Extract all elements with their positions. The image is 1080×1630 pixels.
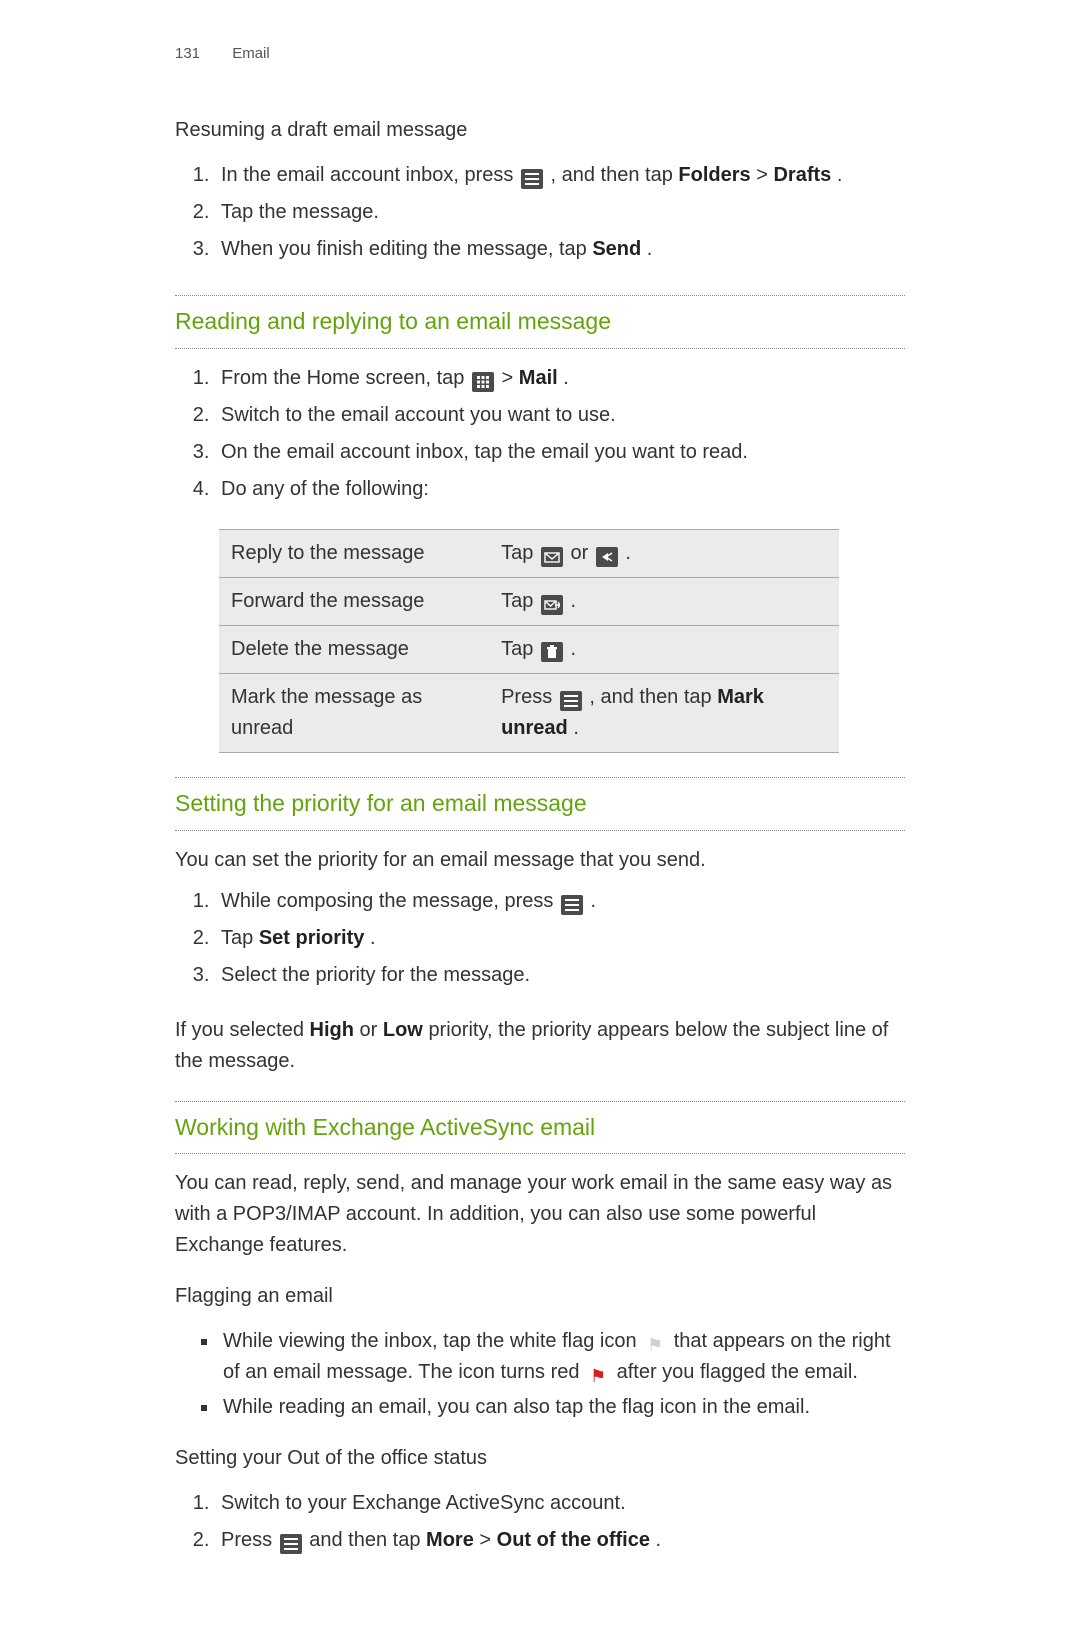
steps-reading: From the Home screen, tap > Mail . Switc… [175, 363, 905, 505]
cell-text: . [625, 542, 631, 564]
delete-icon [541, 642, 563, 662]
action-how: Tap . [489, 625, 839, 673]
table-row: Reply to the message Tap or . [219, 529, 839, 577]
step-item: Press and then tap More > Out of the off… [215, 1525, 905, 1556]
menu-icon [280, 1534, 302, 1554]
step-text: . [370, 927, 376, 949]
step-text: . [591, 890, 597, 912]
page-body: 131 Email Resuming a draft email message… [0, 0, 1080, 1630]
heading-ooo: Setting your Out of the office status [175, 1443, 905, 1474]
section-wrap: Working with Exchange ActiveSync email [175, 1101, 905, 1155]
section-title-priority: Setting the priority for an email messag… [175, 786, 905, 822]
step-text: Tap [221, 927, 259, 949]
bullet-text: While viewing the inbox, tap the white f… [223, 1330, 642, 1352]
heading-flagging: Flagging an email [175, 1281, 905, 1312]
step-item: While composing the message, press . [215, 886, 905, 917]
apps-grid-icon [472, 372, 494, 392]
section-wrap: Reading and replying to an email message [175, 295, 905, 349]
step-text: > [502, 367, 519, 389]
step-text: . [563, 367, 569, 389]
step-text: . [647, 238, 653, 260]
menu-icon [561, 895, 583, 915]
low-label: Low [383, 1019, 423, 1041]
note-text: or [360, 1019, 383, 1041]
action-name: Forward the message [219, 577, 489, 625]
table-row: Delete the message Tap . [219, 625, 839, 673]
cell-text: , and then tap [589, 686, 717, 708]
step-text: In the email account inbox, press [221, 164, 519, 186]
folders-label: Folders [678, 164, 750, 186]
step-item: Tap Set priority . [215, 923, 905, 954]
action-name: Delete the message [219, 625, 489, 673]
bullet-text: after you flagged the email. [617, 1361, 858, 1383]
step-item: In the email account inbox, press , and … [215, 160, 905, 191]
action-how: Press , and then tap Mark unread . [489, 673, 839, 752]
table-row: Forward the message Tap . [219, 577, 839, 625]
step-text: . [837, 164, 843, 186]
bullets-flagging: While viewing the inbox, tap the white f… [175, 1326, 905, 1423]
page-meta: 131 Email [175, 42, 905, 65]
cell-text: . [570, 590, 576, 612]
step-text: > [756, 164, 773, 186]
more-label: More [426, 1529, 474, 1551]
set-priority-label: Set priority [259, 927, 365, 949]
step-text: , and then tap [551, 164, 679, 186]
priority-note: If you selected High or Low priority, th… [175, 1015, 905, 1077]
steps-priority: While composing the message, press . Tap… [175, 886, 905, 991]
menu-icon [560, 691, 582, 711]
section-wrap: Setting the priority for an email messag… [175, 777, 905, 831]
actions-table: Reply to the message Tap or . Forward th… [219, 529, 839, 753]
steps-resuming: In the email account inbox, press , and … [175, 160, 905, 265]
drafts-label: Drafts [773, 164, 831, 186]
out-of-office-label: Out of the office [497, 1529, 650, 1551]
reply-icon [541, 547, 563, 567]
step-text: . [656, 1529, 662, 1551]
exchange-intro: You can read, reply, send, and manage yo… [175, 1168, 905, 1261]
step-item: Do any of the following: [215, 474, 905, 505]
action-how: Tap . [489, 577, 839, 625]
steps-ooo: Switch to your Exchange ActiveSync accou… [175, 1488, 905, 1556]
section-title-exchange: Working with Exchange ActiveSync email [175, 1110, 905, 1146]
heading-resuming: Resuming a draft email message [175, 115, 905, 146]
section-title-reading: Reading and replying to an email message [175, 304, 905, 340]
action-name: Mark the message as unread [219, 673, 489, 752]
cell-text: . [570, 638, 576, 660]
page-number: 131 [175, 45, 200, 62]
step-item: Select the priority for the message. [215, 960, 905, 991]
note-text: If you selected [175, 1019, 310, 1041]
step-item: On the email account inbox, tap the emai… [215, 437, 905, 468]
step-item: When you finish editing the message, tap… [215, 234, 905, 265]
cell-text: . [573, 717, 579, 739]
step-text: > [479, 1529, 496, 1551]
send-label: Send [592, 238, 641, 260]
high-label: High [310, 1019, 354, 1041]
flag-red-icon: ⚑ [587, 1366, 609, 1386]
cell-text: Tap [501, 590, 539, 612]
flag-white-icon: ⚑ [644, 1335, 666, 1355]
mail-label: Mail [519, 367, 558, 389]
step-text: While composing the message, press [221, 890, 559, 912]
cell-text: Tap [501, 542, 539, 564]
cell-text: or [570, 542, 593, 564]
action-how: Tap or . [489, 529, 839, 577]
table-row: Mark the message as unread Press , and t… [219, 673, 839, 752]
cell-text: Tap [501, 638, 539, 660]
step-item: Switch to the email account you want to … [215, 400, 905, 431]
step-item: From the Home screen, tap > Mail . [215, 363, 905, 394]
forward-icon [541, 595, 563, 615]
cell-text: Press [501, 686, 558, 708]
priority-intro: You can set the priority for an email me… [175, 845, 905, 876]
step-text: Press [221, 1529, 278, 1551]
step-text: When you finish editing the message, tap [221, 238, 592, 260]
step-item: Switch to your Exchange ActiveSync accou… [215, 1488, 905, 1519]
list-item: While viewing the inbox, tap the white f… [219, 1326, 905, 1388]
step-text: From the Home screen, tap [221, 367, 470, 389]
menu-icon [521, 169, 543, 189]
section-name: Email [232, 45, 270, 62]
step-text: and then tap [309, 1529, 426, 1551]
step-item: Tap the message. [215, 197, 905, 228]
action-name: Reply to the message [219, 529, 489, 577]
reply-all-icon [596, 547, 618, 567]
